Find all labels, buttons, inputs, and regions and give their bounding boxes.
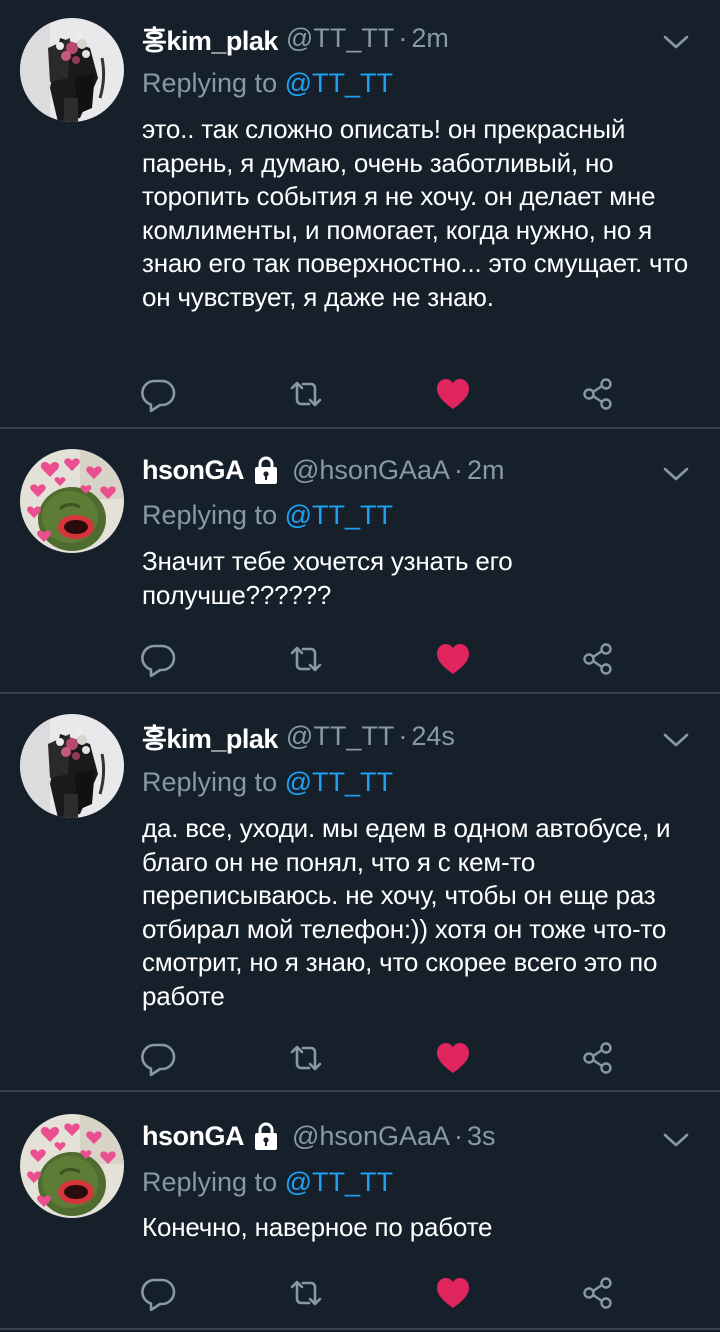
tweet-header: 홍kim_plak @TT_TT · 24s: [142, 716, 455, 756]
retweet-icon: [288, 1275, 324, 1311]
reply-icon: [140, 1275, 176, 1311]
timestamp[interactable]: 2m: [467, 455, 505, 486]
user-handle[interactable]: @hsonGAaA: [292, 455, 450, 486]
retweet-icon: [288, 641, 324, 677]
chevron-down-icon[interactable]: [662, 1130, 690, 1150]
tweet-text: Значит тебе хочется узнать его получше??…: [142, 546, 513, 610]
reply-button[interactable]: [140, 1040, 176, 1076]
reply-button[interactable]: [140, 376, 176, 412]
retweet-button[interactable]: [288, 1040, 324, 1076]
timestamp[interactable]: 3s: [467, 1121, 496, 1152]
heart-icon: [435, 1275, 471, 1311]
replying-to-label: Replying to: [142, 767, 285, 797]
chevron-down-icon[interactable]: [662, 32, 690, 52]
display-name[interactable]: hsonGA: [142, 455, 245, 486]
heart-icon: [435, 641, 471, 677]
tweet[interactable]: 홍kim_plak @TT_TT · 2m Replying to @TT_TT…: [0, 0, 720, 428]
separator-dot: ·: [398, 22, 408, 53]
replying-to: Replying to @TT_TT: [142, 500, 393, 531]
retweet-button[interactable]: [288, 376, 324, 412]
display-name[interactable]: 홍kim_plak: [142, 19, 278, 58]
heart-icon: [435, 1040, 471, 1076]
like-button[interactable]: [435, 1275, 471, 1311]
tweet-text: да. все, уходи. мы едем в одном автобусе…: [142, 813, 671, 1011]
kermit-hearts-avatar-image: [20, 449, 124, 553]
share-button[interactable]: [580, 1275, 616, 1311]
lock-icon: [252, 455, 280, 485]
flower-bouquet-avatar-image: [20, 18, 124, 122]
replying-to-label: Replying to: [142, 1167, 285, 1197]
user-handle[interactable]: @TT_TT: [286, 721, 394, 752]
separator-dot: ·: [454, 1120, 463, 1151]
retweet-icon: [288, 376, 324, 412]
tweet-text: Конечно, наверное по работе: [142, 1212, 493, 1242]
tweet-header: hsonGA @hsonGAaA · 3s: [142, 1116, 496, 1156]
share-icon: [580, 641, 616, 677]
user-handle[interactable]: @TT_TT: [286, 23, 394, 54]
replying-to-label: Replying to: [142, 500, 285, 530]
share-icon: [580, 1040, 616, 1076]
user-handle[interactable]: @hsonGAaA: [292, 1121, 450, 1152]
share-icon: [580, 1275, 616, 1311]
like-button[interactable]: [435, 376, 471, 412]
share-button[interactable]: [580, 376, 616, 412]
heart-icon: [435, 376, 471, 412]
replying-to-mention[interactable]: @TT_TT: [285, 1167, 393, 1197]
display-name[interactable]: hsonGA: [142, 1121, 245, 1152]
flower-bouquet-avatar-image: [20, 714, 124, 818]
reply-icon: [140, 376, 176, 412]
tweet[interactable]: hsonGA @hsonGAaA · 3s Replying to @TT_TT…: [0, 1092, 720, 1332]
like-button[interactable]: [435, 1040, 471, 1076]
like-button[interactable]: [435, 641, 471, 677]
tweet-header: hsonGA @hsonGAaA · 2m: [142, 450, 505, 490]
chevron-down-icon[interactable]: [662, 464, 690, 484]
reply-button[interactable]: [140, 1275, 176, 1311]
replying-to-label: Replying to: [142, 68, 285, 98]
replying-to-mention[interactable]: @TT_TT: [285, 500, 393, 530]
avatar[interactable]: [20, 449, 124, 553]
tweet-header: 홍kim_plak @TT_TT · 2m: [142, 18, 449, 58]
display-name[interactable]: 홍kim_plak: [142, 717, 278, 756]
avatar[interactable]: [20, 714, 124, 818]
kermit-hearts-avatar-image: [20, 1114, 124, 1218]
divider: [0, 1328, 720, 1330]
share-button[interactable]: [580, 641, 616, 677]
replying-to: Replying to @TT_TT: [142, 68, 393, 99]
separator-dot: ·: [398, 720, 408, 751]
share-icon: [580, 376, 616, 412]
tweet[interactable]: 홍kim_plak @TT_TT · 24s Replying to @TT_T…: [0, 694, 720, 1091]
tweet-text: это.. так сложно описать! он прекрасный …: [142, 114, 689, 312]
replying-to: Replying to @TT_TT: [142, 1167, 393, 1198]
lock-icon: [252, 1121, 280, 1151]
retweet-button[interactable]: [288, 641, 324, 677]
timestamp[interactable]: 24s: [411, 721, 455, 752]
reply-icon: [140, 1040, 176, 1076]
avatar[interactable]: [20, 1114, 124, 1218]
avatar[interactable]: [20, 18, 124, 122]
replying-to: Replying to @TT_TT: [142, 767, 393, 798]
separator-dot: ·: [454, 454, 463, 485]
replying-to-mention[interactable]: @TT_TT: [285, 68, 393, 98]
retweet-button[interactable]: [288, 1275, 324, 1311]
retweet-icon: [288, 1040, 324, 1076]
timestamp[interactable]: 2m: [411, 23, 449, 54]
chevron-down-icon[interactable]: [662, 730, 690, 750]
share-button[interactable]: [580, 1040, 616, 1076]
tweet[interactable]: hsonGA @hsonGAaA · 2m Replying to @TT_TT…: [0, 429, 720, 693]
reply-button[interactable]: [140, 641, 176, 677]
replying-to-mention[interactable]: @TT_TT: [285, 767, 393, 797]
reply-icon: [140, 641, 176, 677]
